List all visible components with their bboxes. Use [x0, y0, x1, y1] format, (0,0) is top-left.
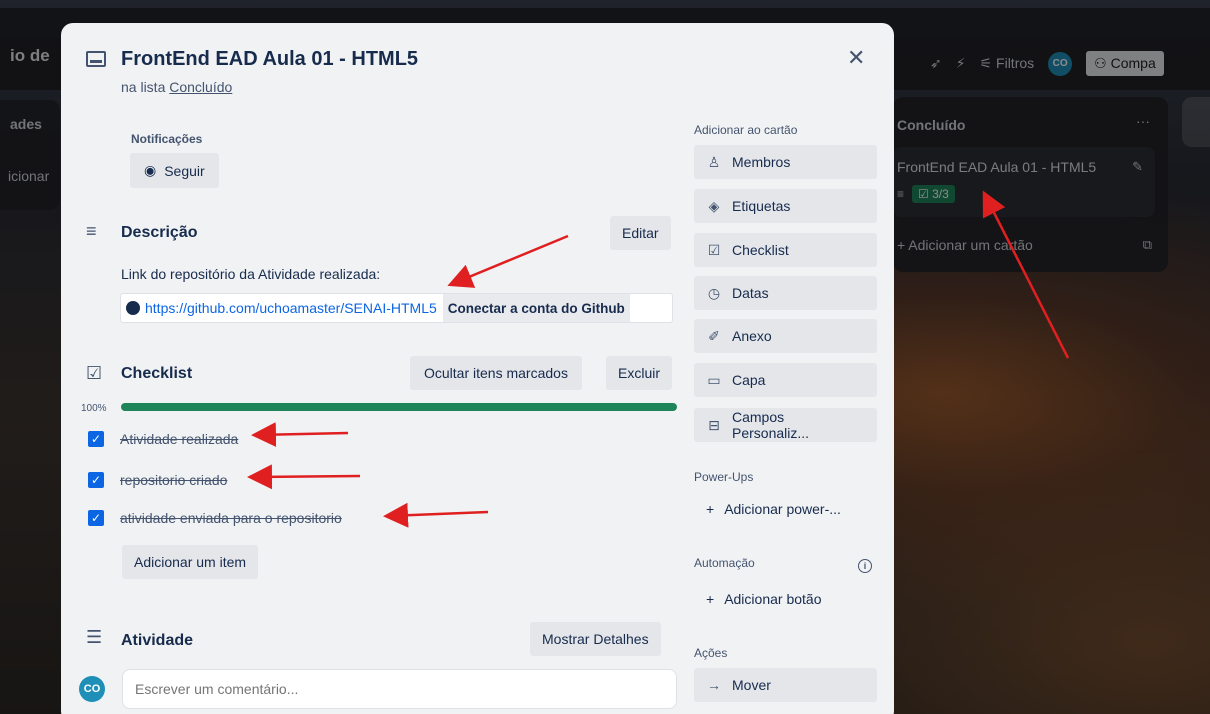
card-cover-icon: ▭	[707, 371, 721, 388]
powerups-label: Power-Ups	[694, 470, 754, 484]
description-title: Descrição	[121, 224, 198, 241]
checklist-item[interactable]: ✓ repositorio criado	[88, 472, 227, 488]
follow-button[interactable]: ◉ Seguir	[130, 153, 219, 188]
comment-input[interactable]	[122, 669, 677, 709]
info-icon[interactable]: i	[858, 559, 872, 573]
add-button-button[interactable]: + Adicionar botão	[706, 591, 821, 607]
list-prefix: na lista	[121, 79, 166, 95]
card-list-info: na lista Concluído	[121, 79, 232, 95]
description-text: Link do repositório da Atividade realiza…	[121, 266, 381, 282]
dates-label: Datas	[732, 285, 769, 301]
checklist-icon: ☑	[86, 363, 103, 383]
checklist-item-text[interactable]: Atividade realizada	[120, 431, 238, 447]
person-icon: ♙	[707, 153, 721, 170]
automation-label: Automação	[694, 556, 755, 570]
add-powerup-button[interactable]: + Adicionar power-...	[706, 501, 841, 517]
github-url: https://github.com/uchoamaster/SENAI-HTM…	[145, 300, 437, 316]
add-button-label: Adicionar botão	[724, 591, 822, 607]
follow-label: Seguir	[164, 162, 205, 179]
checkbox[interactable]: ✓	[88, 431, 104, 447]
checklist-title[interactable]: Checklist	[121, 365, 192, 383]
card-icon	[86, 51, 106, 67]
activity-title: Atividade	[121, 632, 194, 649]
dates-button[interactable]: ◷ Datas	[694, 276, 877, 310]
list-link[interactable]: Concluído	[169, 79, 232, 95]
hide-checked-button[interactable]: Ocultar itens marcados	[410, 356, 582, 390]
custom-fields-label: Campos Personaliz...	[732, 409, 810, 441]
add-checklist-item-button[interactable]: Adicionar um item	[122, 545, 259, 579]
labels-label: Etiquetas	[732, 198, 791, 214]
cover-button[interactable]: ▭ Capa	[694, 363, 877, 397]
checklist-progress-fill	[121, 403, 677, 411]
checkbox[interactable]: ✓	[88, 472, 104, 488]
plus-icon: +	[706, 501, 715, 517]
avatar[interactable]: CO	[79, 676, 105, 702]
notifications-label: Notificações	[131, 132, 203, 146]
github-icon	[126, 301, 140, 315]
checklist-item[interactable]: ✓ atividade enviada para o repositorio	[88, 510, 342, 526]
cover-label: Capa	[732, 372, 766, 388]
checklist-label: Checklist	[732, 242, 789, 258]
arrow-right-icon: →	[707, 677, 721, 693]
checklist-item-text[interactable]: atividade enviada para o repositorio	[120, 510, 342, 526]
move-button[interactable]: → Mover	[694, 668, 877, 702]
connect-github-button[interactable]: Conectar a conta do Github	[442, 294, 630, 322]
checklist-icon: ☑	[707, 241, 721, 258]
paperclip-icon: ✐	[708, 327, 720, 344]
actions-label: Ações	[694, 646, 728, 660]
github-link-box: https://github.com/uchoamaster/SENAI-HTM…	[120, 293, 673, 323]
members-label: Membros	[732, 154, 791, 170]
edit-description-button[interactable]: Editar	[610, 216, 671, 250]
close-icon[interactable]: ✕	[847, 45, 865, 71]
attachment-label: Anexo	[732, 328, 772, 344]
labels-button[interactable]: ◈ Etiquetas	[694, 189, 877, 223]
card-detail-modal: FrontEnd EAD Aula 01 - HTML5 na lista Co…	[61, 23, 894, 714]
custom-fields-button[interactable]: ⊟ Campos Personaliz...	[694, 408, 877, 442]
activity-icon: ☰	[86, 627, 103, 647]
checklist-item-text[interactable]: repositorio criado	[120, 472, 227, 488]
clock-icon: ◷	[707, 284, 721, 301]
delete-checklist-button[interactable]: Excluir	[606, 356, 673, 390]
add-to-card-label: Adicionar ao cartão	[694, 123, 798, 137]
description-icon: ≡	[86, 221, 97, 241]
members-button[interactable]: ♙ Membros	[694, 145, 877, 179]
tag-icon: ◈	[708, 197, 720, 214]
progress-percent: 100%	[81, 403, 107, 414]
add-powerup-label: Adicionar power-...	[724, 501, 841, 517]
move-label: Mover	[732, 677, 771, 693]
custom-fields-icon: ⊟	[708, 416, 720, 433]
plus-icon: +	[706, 591, 715, 607]
checkbox[interactable]: ✓	[88, 510, 104, 526]
attachment-button[interactable]: ✐ Anexo	[694, 319, 877, 353]
checklist-item[interactable]: ✓ Atividade realizada	[88, 431, 238, 447]
github-link[interactable]: https://github.com/uchoamaster/SENAI-HTM…	[121, 294, 437, 322]
eye-icon: ◉	[144, 162, 157, 178]
checklist-button[interactable]: ☑ Checklist	[694, 233, 877, 267]
card-title[interactable]: FrontEnd EAD Aula 01 - HTML5	[121, 48, 418, 71]
checklist-progress-bar	[121, 403, 677, 411]
show-details-button[interactable]: Mostrar Detalhes	[530, 622, 661, 656]
